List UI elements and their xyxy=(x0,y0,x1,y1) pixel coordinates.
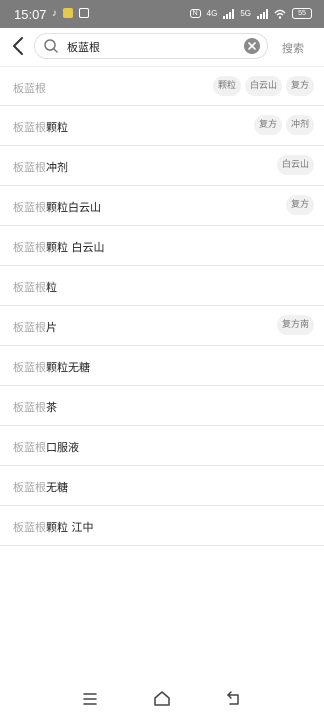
suggestion-row[interactable]: 板蓝根颗粒 江中 xyxy=(0,506,324,546)
suggestion-suffix: 粒 xyxy=(46,281,57,294)
tiktok-icon: ♪ xyxy=(52,8,57,19)
suggestion-chip[interactable]: 复方南 xyxy=(276,315,314,335)
suggestion-prefix: 板蓝根 xyxy=(13,281,46,294)
suggestion-text: 板蓝根粒 xyxy=(13,279,57,295)
suggestion-text: 板蓝根颗粒无糖 xyxy=(13,359,90,375)
suggestion-prefix: 板蓝根 xyxy=(13,201,46,214)
suggestion-prefix: 板蓝根 xyxy=(13,361,46,374)
suggestion-chip[interactable]: 复方 xyxy=(253,115,282,135)
suggestion-chip[interactable]: 复方 xyxy=(285,76,314,96)
suggestion-chips: 复方 xyxy=(285,195,314,215)
suggestion-text: 板蓝根颗粒 白云山 xyxy=(13,239,105,255)
suggestion-prefix: 板蓝根 xyxy=(13,481,46,494)
network-5g: 5G xyxy=(240,9,251,18)
suggestion-row[interactable]: 板蓝根颗粒 复方 冲剂 xyxy=(0,106,324,146)
nfc-icon: N xyxy=(189,9,201,18)
suggestion-text: 板蓝根颗粒 江中 xyxy=(13,519,94,535)
suggestion-chip[interactable]: 复方 xyxy=(285,195,314,215)
signal-icon-2 xyxy=(257,8,268,19)
suggestion-chip[interactable]: 白云山 xyxy=(276,155,314,175)
search-value: 板蓝根 xyxy=(67,41,100,54)
suggestion-suffix: 颗粒 江中 xyxy=(46,521,94,534)
suggestion-chips: 复方 冲剂 xyxy=(253,115,314,135)
suggestion-prefix: 板蓝根 xyxy=(13,121,46,134)
suggestion-suffix: 茶 xyxy=(46,401,57,414)
status-time: 15:07 xyxy=(14,7,47,22)
suggestion-suffix: 颗粒 白云山 xyxy=(46,241,105,254)
suggestion-row[interactable]: 板蓝根茶 xyxy=(0,386,324,426)
suggestion-suffix: 口服液 xyxy=(46,441,79,454)
suggestion-suffix: 无糖 xyxy=(46,481,68,494)
suggestion-row[interactable]: 板蓝根颗粒无糖 xyxy=(0,346,324,386)
suggestion-row[interactable]: 板蓝根 颗粒白云山复方 xyxy=(0,66,324,106)
status-bar: 15:07 ♪ N 4G 5G 55 xyxy=(0,0,324,28)
signal-icon xyxy=(223,8,235,19)
suggestion-suffix: 颗粒白云山 xyxy=(46,201,101,214)
suggestion-prefix: 板蓝根 xyxy=(13,161,46,174)
app-notification-icon xyxy=(63,8,73,18)
telegram-icon xyxy=(79,8,89,18)
suggestion-prefix: 板蓝根 xyxy=(13,321,46,334)
navigation-bar xyxy=(0,680,324,720)
chevron-left-icon[interactable] xyxy=(8,34,30,58)
search-button[interactable]: 搜索 xyxy=(282,40,304,56)
network-4g: 4G xyxy=(206,9,218,18)
suggestion-suffix: 片 xyxy=(46,321,57,334)
suggestion-prefix: 板蓝根 xyxy=(13,441,46,454)
suggestion-chips: 颗粒 白云山 复方 xyxy=(212,76,314,96)
suggestion-prefix: 板蓝根 xyxy=(13,401,46,414)
suggestion-prefix: 板蓝根 xyxy=(13,521,46,534)
suggestion-row[interactable]: 板蓝根颗粒白云山 复方 xyxy=(0,186,324,226)
suggestion-chip[interactable]: 冲剂 xyxy=(285,115,314,135)
suggestion-list: 板蓝根 颗粒 白云山 复方 板蓝根颗粒 复方 冲剂 板蓝根冲剂 白云山 板蓝根颗粒白云山 复方 板蓝根… xyxy=(0,66,324,546)
suggestion-chip[interactable]: 颗粒 xyxy=(212,76,241,96)
suggestion-text: 板蓝根 xyxy=(13,80,46,96)
search-input[interactable]: 板蓝根 xyxy=(34,33,268,59)
suggestion-chips: 白云山 xyxy=(276,155,314,175)
battery-icon: 55 xyxy=(292,8,312,19)
wifi-icon xyxy=(274,9,286,19)
suggestion-suffix: 颗粒 xyxy=(46,121,68,134)
suggestion-row[interactable]: 板蓝根粒 xyxy=(0,266,324,306)
suggestion-text: 板蓝根冲剂 xyxy=(13,159,68,175)
suggestion-row[interactable]: 板蓝根片 复方南 xyxy=(0,306,324,346)
suggestion-prefix: 板蓝根 xyxy=(13,82,46,95)
suggestion-chip[interactable]: 白云山 xyxy=(244,76,282,96)
suggestion-row[interactable]: 板蓝根无糖 xyxy=(0,466,324,506)
search-header: 板蓝根 搜索 xyxy=(0,28,324,68)
suggestion-row[interactable]: 板蓝根口服液 xyxy=(0,426,324,466)
suggestion-suffix: 颗粒无糖 xyxy=(46,361,90,374)
status-right: N 4G 5G 55 xyxy=(189,8,312,19)
suggestion-text: 板蓝根茶 xyxy=(13,399,57,415)
suggestion-suffix: 冲剂 xyxy=(46,161,68,174)
home-icon[interactable] xyxy=(152,689,172,707)
back-arrow-icon[interactable] xyxy=(225,689,243,707)
suggestion-text: 板蓝根无糖 xyxy=(13,479,68,495)
clear-icon[interactable] xyxy=(243,37,261,55)
search-icon xyxy=(44,39,58,53)
suggestion-chips: 复方南 xyxy=(276,315,314,335)
suggestion-text: 板蓝根口服液 xyxy=(13,439,79,455)
suggestion-prefix: 板蓝根 xyxy=(13,241,46,254)
menu-icon[interactable] xyxy=(82,692,98,706)
suggestion-row[interactable]: 板蓝根颗粒 白云山 xyxy=(0,226,324,266)
suggestion-text: 板蓝根片 xyxy=(13,319,57,335)
suggestion-text: 板蓝根颗粒 xyxy=(13,119,68,135)
suggestion-row[interactable]: 板蓝根冲剂 白云山 xyxy=(0,146,324,186)
suggestion-text: 板蓝根颗粒白云山 xyxy=(13,199,101,215)
notification-icons: ♪ xyxy=(52,8,89,19)
